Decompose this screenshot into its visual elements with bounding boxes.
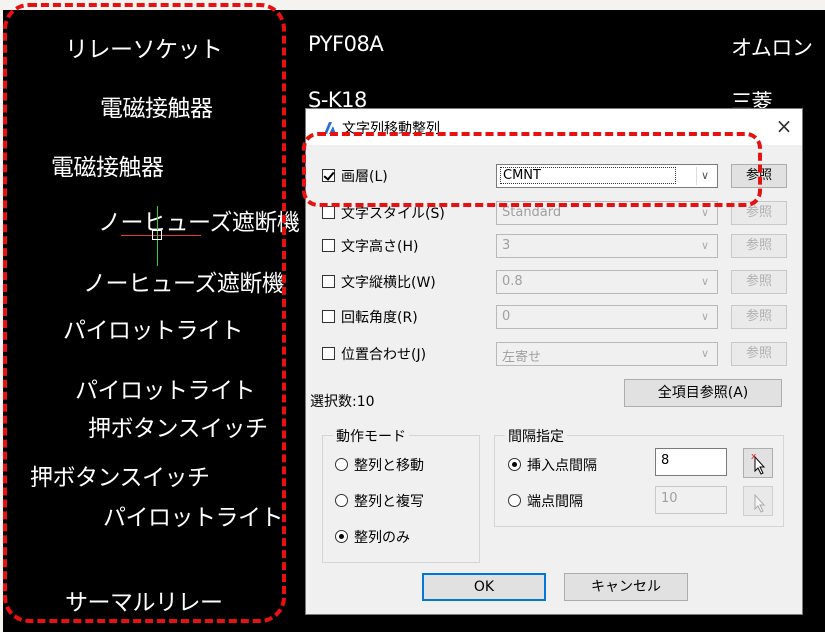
cad-text: オムロン — [731, 36, 813, 60]
mode-group: 動作モード 整列と移動 整列と複写 整列のみ — [322, 426, 480, 563]
insert-spacing-label: 挿入点間隔 — [527, 458, 597, 474]
rotation-combobox[interactable]: 0 ∨ — [496, 305, 718, 329]
app-icon — [324, 122, 336, 134]
mode-move-label: 整列と移動 — [354, 458, 424, 474]
option-row-rotation: 回転角度(R) 0 ∨ 参照 — [306, 305, 802, 331]
rotation-checkbox[interactable] — [322, 310, 335, 323]
cancel-button[interactable]: キャンセル — [564, 573, 688, 601]
cursor-pick-icon: x — [751, 452, 766, 475]
option-row-ratio: 文字縦横比(W) 0.8 ∨ 参照 — [306, 270, 802, 296]
pick-point-button[interactable]: x — [743, 448, 773, 478]
layer-checkbox[interactable] — [322, 169, 335, 182]
rotation-ref-button[interactable]: 参照 — [731, 305, 787, 329]
chevron-down-icon: ∨ — [700, 239, 710, 252]
chevron-down-icon: ∨ — [700, 347, 710, 360]
style-label: 文字スタイル(S) — [341, 206, 445, 222]
style-value: Standard — [502, 205, 562, 220]
layer-value: CMNT — [500, 167, 676, 184]
option-row-height: 文字高さ(H) 3 ∨ 参照 — [306, 234, 802, 260]
end-spacing-radio[interactable] — [508, 494, 521, 507]
height-combobox[interactable]: 3 ∨ — [496, 234, 718, 258]
mode-align-only-radio[interactable] — [335, 530, 348, 543]
chevron-down-icon: ∨ — [696, 167, 713, 185]
mode-move-radio[interactable] — [335, 458, 348, 471]
ratio-combobox[interactable]: 0.8 ∨ — [496, 270, 718, 294]
dialog-titlebar[interactable]: 文字列移動整列 × — [306, 109, 802, 145]
mode-copy-label: 整列と複写 — [354, 494, 424, 510]
ratio-label: 文字縦横比(W) — [341, 275, 436, 291]
style-ref-button[interactable]: 参照 — [731, 201, 787, 225]
layer-ref-button[interactable]: 参照 — [731, 164, 787, 188]
option-row-layer: 画層(L) CMNT ∨ 参照 — [306, 164, 802, 190]
svg-text:x: x — [751, 452, 757, 462]
cad-text: PYF08A — [308, 32, 384, 56]
annotation-dashed-frame — [3, 3, 286, 623]
height-value: 3 — [502, 238, 511, 253]
close-icon[interactable]: × — [770, 113, 798, 139]
style-checkbox[interactable] — [322, 206, 335, 219]
rotation-label: 回転角度(R) — [341, 310, 418, 326]
height-ref-button[interactable]: 参照 — [731, 234, 787, 258]
ratio-checkbox[interactable] — [322, 275, 335, 288]
option-row-justify: 位置合わせ(J) 左寄せ ∨ 参照 — [306, 342, 802, 368]
dialog-title: 文字列移動整列 — [342, 121, 440, 137]
height-label: 文字高さ(H) — [341, 239, 419, 255]
ratio-ref-button[interactable]: 参照 — [731, 270, 787, 294]
layer-combobox[interactable]: CMNT ∨ — [496, 164, 718, 188]
insert-spacing-input[interactable]: 8 — [655, 448, 727, 476]
chevron-down-icon: ∨ — [700, 310, 710, 323]
justify-label: 位置合わせ(J) — [341, 347, 427, 363]
rotation-value: 0 — [502, 309, 511, 324]
text-align-dialog: 文字列移動整列 × 画層(L) CMNT ∨ 参照 文字スタイル(S) Stan… — [305, 108, 803, 615]
justify-ref-button[interactable]: 参照 — [731, 342, 787, 366]
layer-label: 画層(L) — [341, 169, 388, 185]
selection-count: 選択数:10 — [310, 394, 375, 410]
chevron-down-icon: ∨ — [700, 275, 710, 288]
justify-combobox[interactable]: 左寄せ ∨ — [496, 342, 718, 366]
cursor-pick-icon — [754, 493, 766, 513]
justify-value: 左寄せ — [502, 350, 542, 365]
mode-copy-radio[interactable] — [335, 494, 348, 507]
option-row-style: 文字スタイル(S) Standard ∨ 参照 — [306, 201, 802, 227]
style-combobox[interactable]: Standard ∨ — [496, 201, 718, 225]
insert-spacing-radio[interactable] — [508, 458, 521, 471]
spacing-group-title: 間隔指定 — [505, 426, 567, 446]
mode-group-title: 動作モード — [333, 426, 409, 446]
ratio-value: 0.8 — [502, 274, 523, 289]
end-spacing-label: 端点間隔 — [527, 494, 583, 510]
height-checkbox[interactable] — [322, 239, 335, 252]
justify-checkbox[interactable] — [322, 347, 335, 360]
spacing-group: 間隔指定 挿入点間隔 8 x 端点間隔 10 — [494, 426, 784, 527]
chevron-down-icon: ∨ — [700, 206, 710, 219]
ok-button[interactable]: OK — [422, 573, 546, 601]
pick-end-button[interactable] — [743, 486, 773, 516]
end-spacing-input[interactable]: 10 — [655, 486, 727, 514]
mode-align-only-label: 整列のみ — [354, 530, 410, 546]
all-ref-button[interactable]: 全項目参照(A) — [624, 379, 782, 407]
